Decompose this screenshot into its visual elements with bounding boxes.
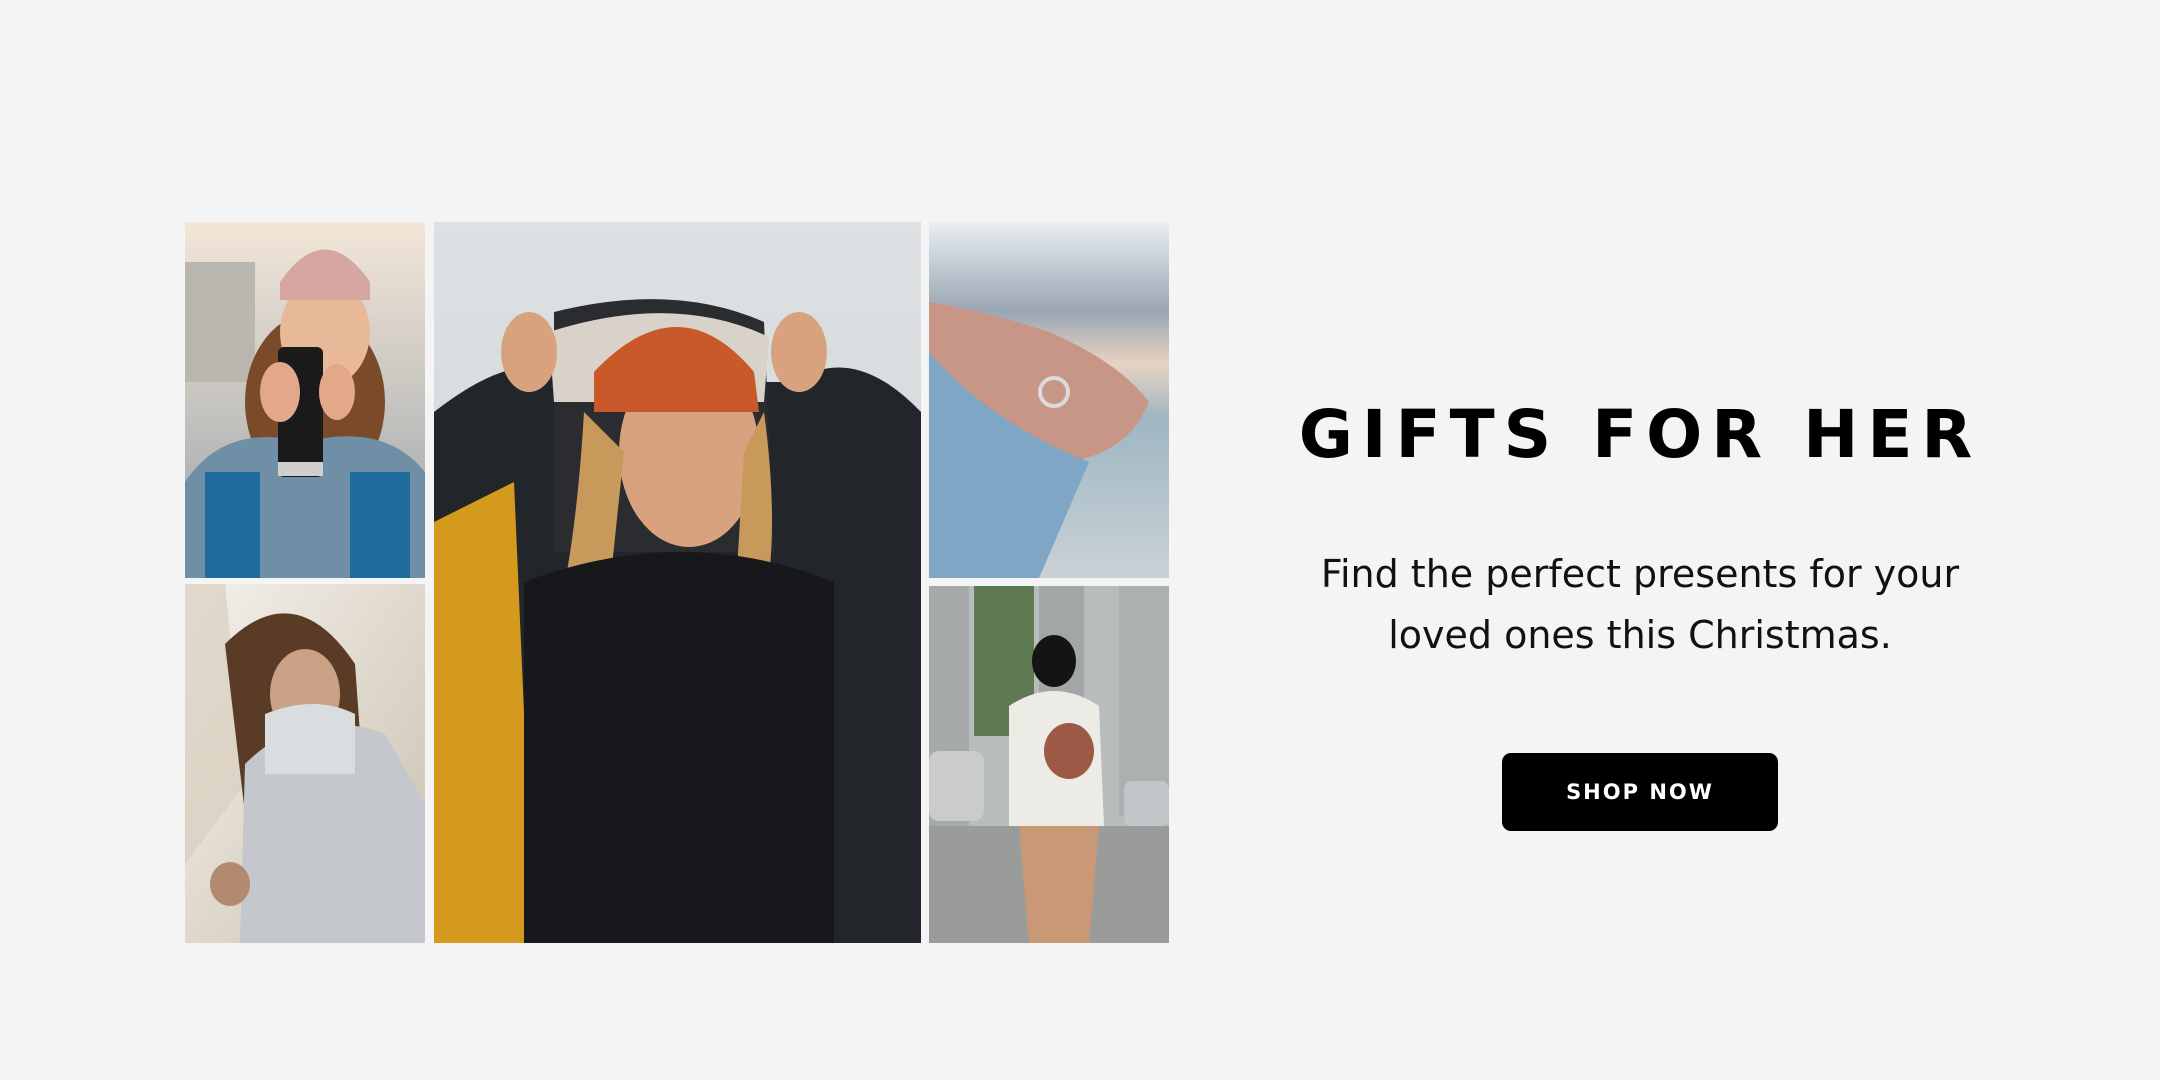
hand-ring-beach-photo	[929, 222, 1169, 578]
person-walking-crossbody-bag-photo	[929, 586, 1169, 943]
shop-now-button[interactable]: SHOP NOW	[1502, 753, 1778, 832]
banner-copy: GIFTS FOR HER Find the perfect presents …	[1240, 395, 2040, 832]
woman-puffer-jacket-photo	[185, 584, 425, 943]
woman-hooded-jacket-beanie-photo	[434, 222, 921, 943]
banner-title: GIFTS FOR HER	[1298, 396, 1982, 473]
photo-collage	[185, 222, 1169, 943]
woman-beanie-tumbler-photo	[185, 222, 425, 578]
banner-subtitle: Find the perfect presents for your loved…	[1320, 552, 1960, 658]
promo-banner: GIFTS FOR HER Find the perfect presents …	[0, 0, 2160, 1080]
